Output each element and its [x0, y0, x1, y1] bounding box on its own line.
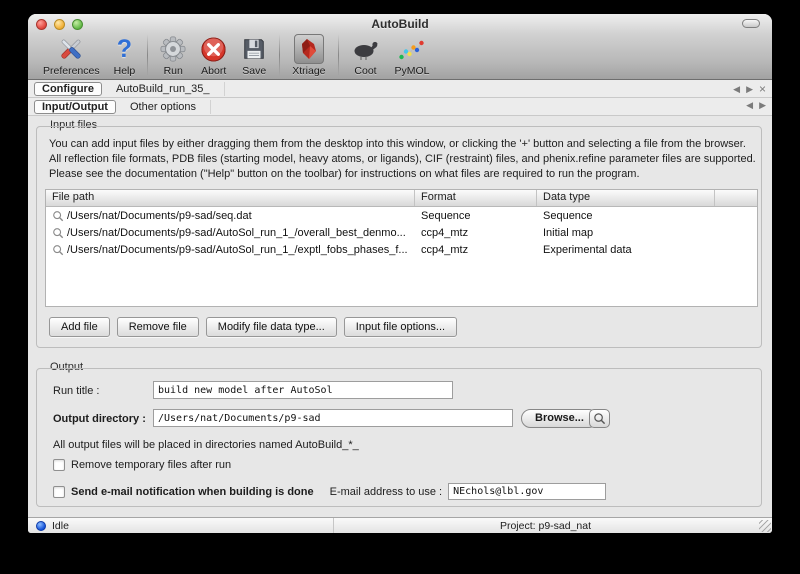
file-path-cell: /Users/nat/Documents/p9-sad/seq.dat [67, 209, 252, 222]
preferences-icon [57, 34, 85, 64]
pymol-ribbon-icon [398, 34, 426, 64]
resize-grip[interactable] [759, 520, 771, 532]
file-path-cell: /Users/nat/Documents/p9-sad/AutoSol_run_… [67, 226, 406, 239]
save-button[interactable]: Save [234, 32, 274, 77]
pymol-button[interactable]: PyMOL [388, 32, 437, 77]
data-type-cell: Initial map [543, 226, 594, 239]
remove-temp-files-label: Remove temporary files after run [71, 459, 232, 471]
data-type-cell: Experimental data [543, 243, 632, 256]
toolbar-toggle-button[interactable] [742, 19, 760, 28]
column-header-data-type[interactable]: Data type [537, 190, 715, 206]
input-files-groupbox: You can add input files by either draggi… [36, 126, 762, 348]
subtab-scroll-right-icon[interactable]: ▶ [759, 100, 766, 111]
email-address-label: E-mail address to use : [329, 485, 443, 498]
tab-other-options[interactable]: Other options [122, 99, 212, 114]
help-label: Help [113, 65, 136, 77]
format-cell: ccp4_mtz [421, 243, 469, 256]
tab-scroll-right-icon[interactable]: ▶ [746, 84, 753, 95]
window-title: AutoBuild [371, 17, 429, 31]
status-text: Idle [52, 520, 69, 532]
run-button[interactable]: Run [153, 32, 193, 77]
toolbar: Preferences ? Help Run Abort Save Xtriag… [28, 32, 437, 80]
coot-button[interactable]: Coot [344, 32, 388, 77]
run-title-input[interactable] [153, 381, 453, 399]
email-notification-row: Send e-mail notification when building i… [53, 483, 607, 500]
help-icon: ? [116, 35, 133, 63]
magnifier-icon [53, 210, 64, 221]
data-type-cell: Sequence [543, 209, 593, 222]
table-row[interactable]: /Users/nat/Documents/p9-sad/AutoSol_run_… [46, 241, 757, 258]
tab-close-icon[interactable]: × [759, 82, 766, 96]
window-chrome: AutoBuild Preferences ? Help Run Abort S… [28, 14, 772, 80]
input-output-panel: Input files You can add input files by e… [28, 116, 772, 517]
magnifier-icon [53, 227, 64, 238]
input-files-table[interactable]: File path Format Data type /Users/nat/Do… [45, 189, 758, 307]
tab-autobuild-run-35[interactable]: AutoBuild_run_35_ [108, 81, 225, 96]
format-cell: ccp4_mtz [421, 226, 469, 239]
input-files-instructions: You can add input files by either draggi… [49, 138, 756, 180]
table-header: File path Format Data type [46, 190, 757, 207]
toolbar-separator [279, 34, 281, 76]
abort-button[interactable]: Abort [193, 32, 234, 77]
toolbar-separator [337, 34, 339, 76]
output-directory-input[interactable] [153, 409, 513, 427]
tab-configure[interactable]: Configure [34, 81, 102, 96]
abort-icon [200, 34, 227, 64]
table-row[interactable]: /Users/nat/Documents/p9-sad/AutoSol_run_… [46, 224, 757, 241]
remove-file-button[interactable]: Remove file [116, 317, 199, 337]
format-cell: Sequence [421, 209, 471, 222]
save-floppy-icon [241, 34, 267, 64]
browse-button[interactable]: Browse... [521, 409, 598, 428]
file-path-cell: /Users/nat/Documents/p9-sad/AutoSol_run_… [67, 243, 408, 256]
remove-temp-files-checkbox[interactable] [53, 459, 65, 471]
sub-tab-row: Input/Output Other options ◀ ▶ [28, 98, 772, 116]
column-header-format[interactable]: Format [415, 190, 537, 206]
xtriage-crystal-icon [293, 34, 324, 64]
remove-temp-files-row: Remove temporary files after run [53, 459, 231, 471]
output-groupbox: Run title : Output directory : Browse...… [36, 368, 762, 507]
save-label: Save [242, 65, 267, 77]
preferences-label: Preferences [43, 65, 100, 77]
email-address-input[interactable] [448, 483, 607, 500]
help-button[interactable]: ? Help [107, 32, 143, 77]
input-file-options-button[interactable]: Input file options... [343, 317, 458, 337]
email-notification-label: Send e-mail notification when building i… [71, 485, 314, 498]
abort-label: Abort [201, 65, 227, 77]
subtab-scroll-left-icon[interactable]: ◀ [746, 100, 753, 111]
coot-bird-icon [351, 34, 381, 64]
email-notification-checkbox[interactable] [53, 485, 65, 498]
toolbar-separator [147, 34, 149, 76]
autobuild-window: AutoBuild Preferences ? Help Run Abort S… [28, 14, 772, 533]
column-header-extra [715, 190, 757, 206]
tab-input-output[interactable]: Input/Output [34, 99, 116, 114]
modify-file-data-type-button[interactable]: Modify file data type... [205, 317, 337, 337]
output-directory-label: Output directory : [53, 413, 146, 425]
sub-tab-nav: ◀ ▶ [746, 100, 766, 111]
run-label: Run [163, 65, 183, 77]
tab-scroll-left-icon[interactable]: ◀ [733, 84, 740, 95]
titlebar[interactable]: AutoBuild [28, 14, 772, 32]
coot-label: Coot [354, 65, 377, 77]
output-note: All output files will be placed in direc… [53, 439, 359, 451]
project-text: Project: p9-sad_nat [499, 520, 592, 532]
status-led-icon [36, 521, 46, 531]
column-header-file-path[interactable]: File path [46, 190, 415, 206]
table-row[interactable]: /Users/nat/Documents/p9-sad/seq.dat Sequ… [46, 207, 757, 224]
run-title-label: Run title : [53, 385, 100, 397]
main-tab-nav: ◀ ▶ × [733, 82, 766, 96]
add-file-button[interactable]: Add file [49, 317, 110, 337]
pymol-label: PyMOL [394, 65, 430, 77]
file-buttons-row: Add file Remove file Modify file data ty… [49, 317, 458, 337]
magnifier-icon [53, 244, 64, 255]
main-tab-row: Configure AutoBuild_run_35_ ◀ ▶ × [28, 80, 772, 98]
magnifier-icon [594, 413, 606, 425]
run-gear-icon [160, 34, 186, 64]
xtriage-button[interactable]: Xtriage [285, 32, 332, 77]
open-directory-button[interactable] [589, 409, 610, 428]
preferences-button[interactable]: Preferences [36, 32, 107, 77]
status-bar: Idle Project: p9-sad_nat [28, 517, 772, 533]
xtriage-label: Xtriage [292, 65, 326, 77]
